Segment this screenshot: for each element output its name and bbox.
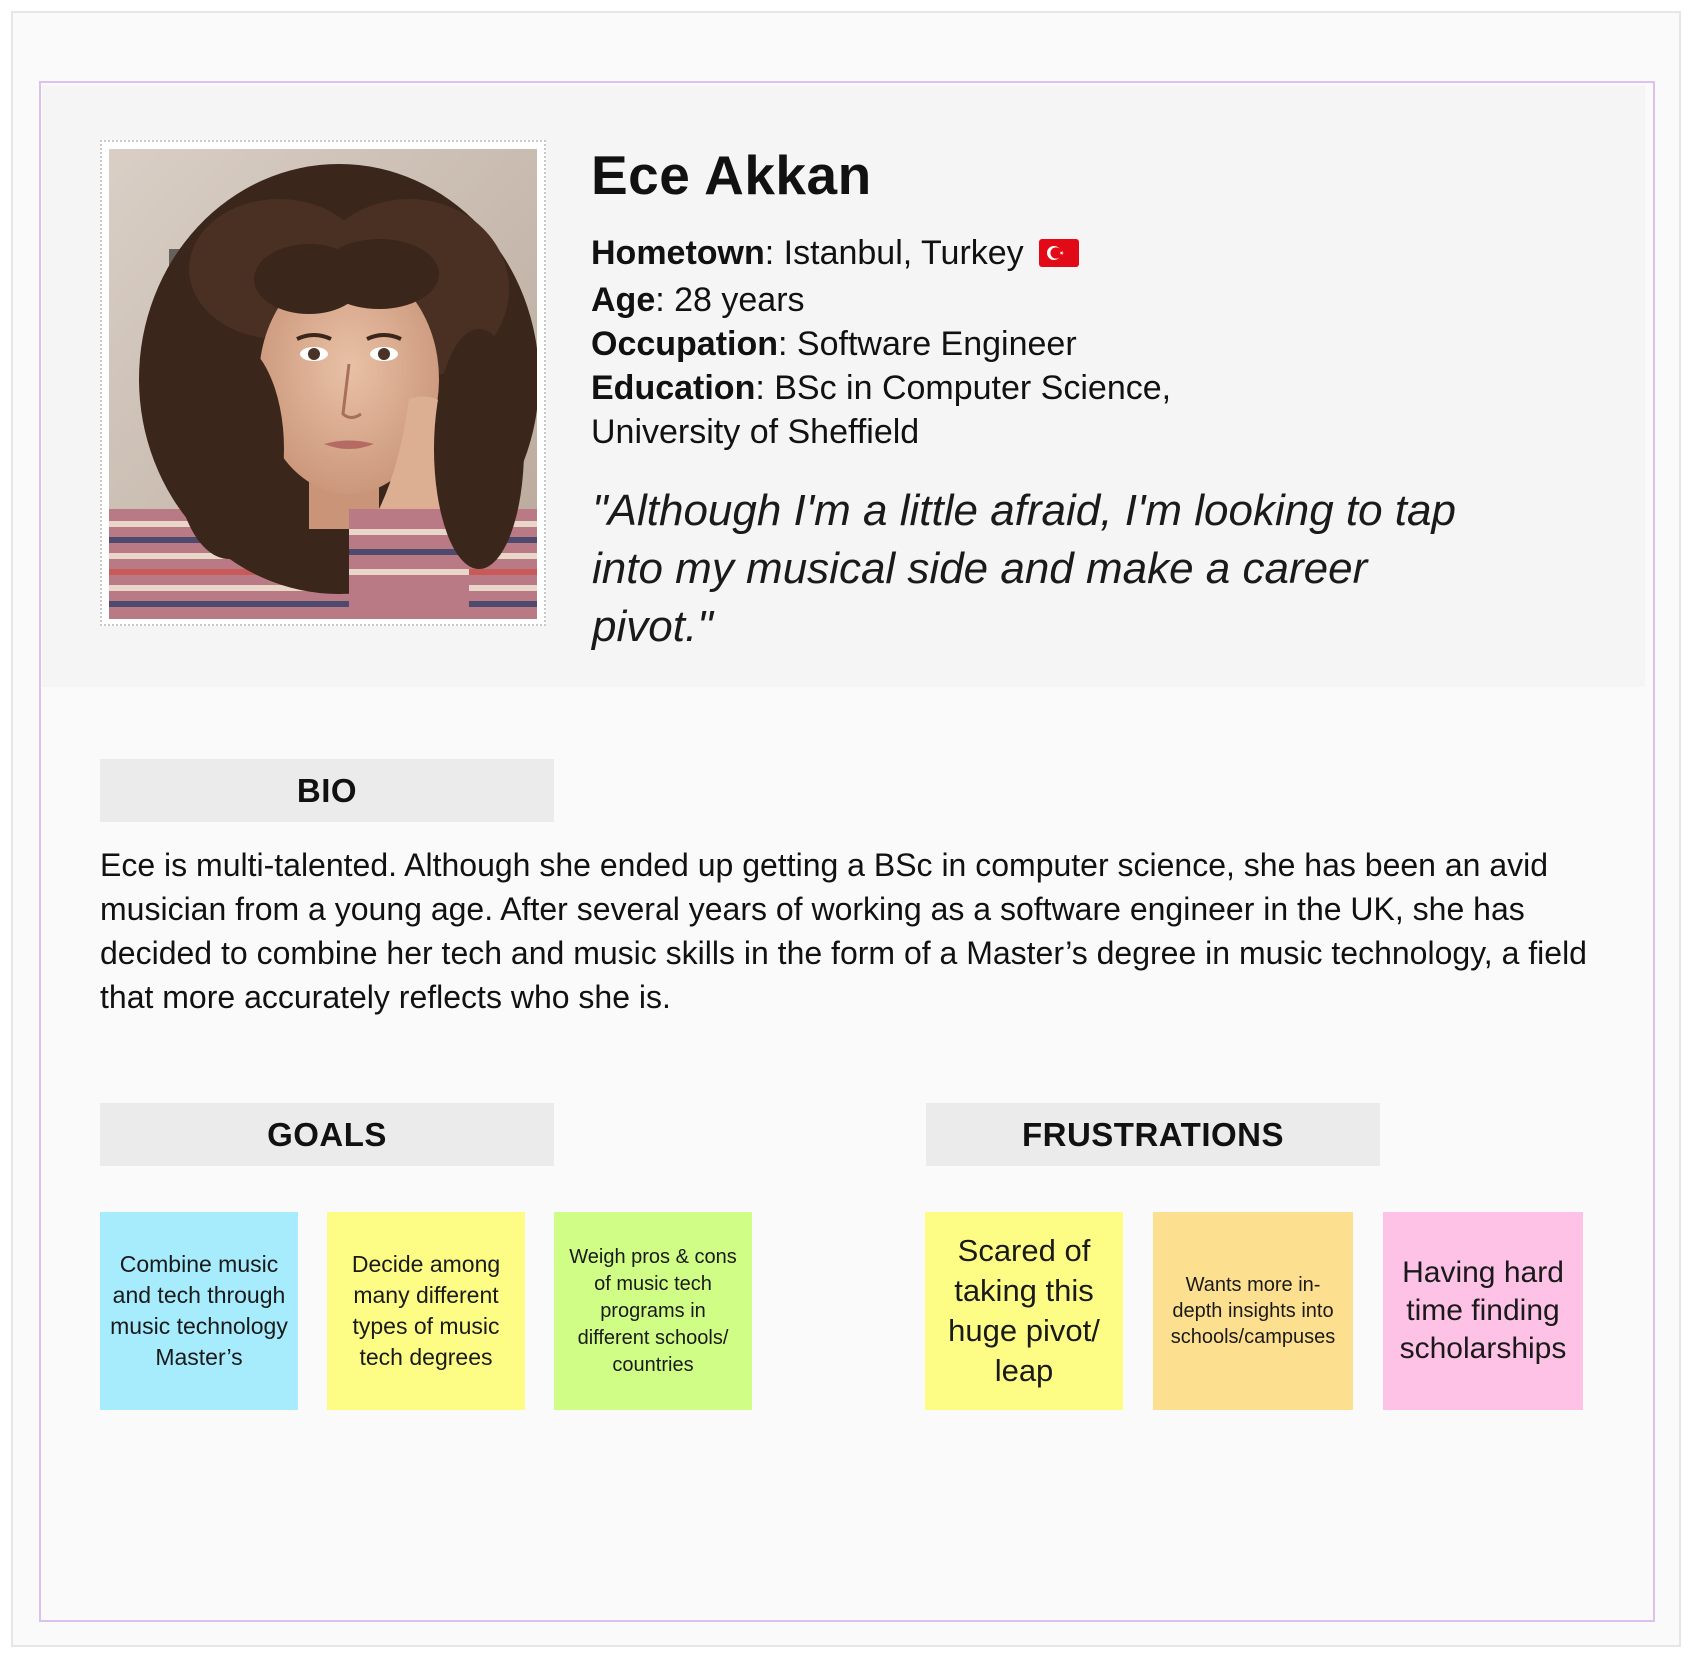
age-value: : 28 years [655, 281, 805, 319]
hometown-row: Hometown: Istanbul, Turkey [591, 231, 1171, 278]
education-row: Education: BSc in Computer Science, [591, 366, 1171, 410]
frustration-note: Having hard time finding scholarships [1383, 1212, 1583, 1410]
turkey-flag-icon [1039, 234, 1080, 278]
age-row: Age: 28 years [591, 278, 1171, 322]
frustration-note-text: Having hard time finding scholarships [1399, 1256, 1567, 1365]
goal-note: Decide among many different types of mus… [327, 1212, 525, 1410]
occupation-row: Occupation: Software Engineer [591, 322, 1171, 366]
goal-note-text: Combine music and tech through music tec… [110, 1251, 288, 1370]
frustration-note-text: Wants more in-depth insights into school… [1170, 1274, 1336, 1348]
age-label: Age [591, 281, 656, 319]
bio-text: Ece is multi-talented. Although she ende… [100, 847, 1587, 1015]
goal-note: Weigh pros & cons of music tech programs… [554, 1212, 752, 1410]
occupation-value: : Software Engineer [778, 325, 1077, 363]
goal-note-text: Decide among many different types of mus… [351, 1251, 501, 1370]
education-value: : BSc in Computer Science, [755, 369, 1172, 407]
frustration-note-text: Scared of taking this huge pivot/ leap [948, 1233, 1100, 1388]
hometown-label: Hometown [591, 234, 765, 272]
persona-name: Ece Akkan [591, 144, 872, 206]
persona-photo [109, 149, 537, 619]
persona-photo-frame [100, 140, 546, 626]
frustration-note: Wants more in-depth insights into school… [1153, 1212, 1353, 1410]
goal-note: Combine music and tech through music tec… [100, 1212, 298, 1410]
frustrations-heading: FRUSTRATIONS [926, 1103, 1380, 1166]
occupation-label: Occupation [591, 325, 779, 363]
hometown-value: : Istanbul, Turkey [764, 234, 1024, 272]
persona-facts: Hometown: Istanbul, Turkey Age: 28 years… [591, 231, 1171, 454]
education-value-line2: University of Sheffield [591, 413, 920, 451]
bio-heading: BIO [100, 759, 554, 822]
goals-heading: GOALS [100, 1103, 554, 1166]
goal-note-text: Weigh pros & cons of music tech programs… [569, 1245, 737, 1376]
education-label: Education [591, 369, 756, 407]
frustration-note: Scared of taking this huge pivot/ leap [925, 1212, 1123, 1410]
persona-quote: "Although I'm a little afraid, I'm looki… [592, 486, 1456, 651]
